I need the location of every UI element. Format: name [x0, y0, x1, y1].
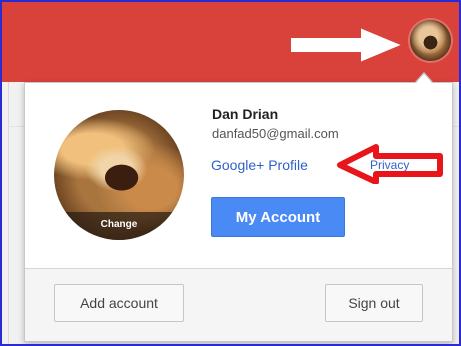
- change-photo-button[interactable]: Change: [54, 212, 184, 240]
- google-plus-profile-link[interactable]: Google+ Profile: [211, 157, 308, 173]
- background-divider: [8, 82, 9, 344]
- arrow-right-icon: [291, 28, 401, 62]
- user-email: danfad50@gmail.com: [212, 126, 339, 141]
- popup-caret: [415, 74, 433, 84]
- profile-photo[interactable]: Change: [54, 110, 184, 240]
- account-avatar-button[interactable]: [410, 20, 451, 61]
- my-account-button[interactable]: My Account: [211, 197, 345, 237]
- arrow-left-icon: [337, 144, 443, 184]
- add-account-button[interactable]: Add account: [54, 284, 184, 322]
- screenshot-frame: Change Dan Drian danfad50@gmail.com Goog…: [0, 0, 461, 346]
- user-name: Dan Drian: [212, 106, 279, 122]
- sign-out-button[interactable]: Sign out: [325, 284, 423, 322]
